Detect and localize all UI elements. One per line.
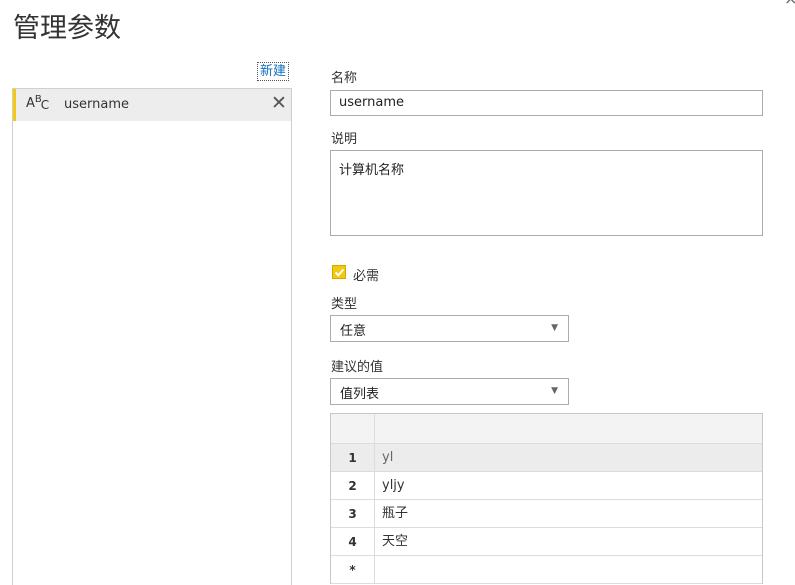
close-icon[interactable]: × <box>784 0 795 7</box>
name-label: 名称 <box>331 71 358 86</box>
parameter-name-label: username <box>64 97 129 112</box>
suggested-values-select[interactable]: 值列表 ▼ <box>330 378 569 405</box>
value-cell[interactable]: 天空 <box>382 528 408 556</box>
parameter-list: ABC username ✕ <box>12 88 292 585</box>
dialog-title: 管理参数 <box>13 13 121 44</box>
new-parameter-link[interactable]: 新建 <box>257 62 290 81</box>
description-textarea[interactable]: 计算机名称 <box>330 150 763 236</box>
value-cell[interactable]: yljy <box>382 472 405 500</box>
chevron-down-icon: ▼ <box>551 386 558 396</box>
table-row[interactable]: 4 天空 <box>331 528 762 556</box>
required-checkbox[interactable] <box>332 265 346 279</box>
table-row[interactable]: 3 瓶子 <box>331 500 762 528</box>
suggested-values-select-value: 值列表 <box>340 387 380 402</box>
row-number: * <box>331 556 375 583</box>
type-select[interactable]: 任意 ▼ <box>330 315 569 342</box>
description-label: 说明 <box>331 132 358 147</box>
type-label: 类型 <box>331 297 358 312</box>
table-row[interactable]: 1 yl <box>331 444 762 472</box>
checkmark-icon <box>334 268 345 277</box>
name-input[interactable]: username <box>330 90 763 116</box>
abc-text-type-icon: ABC <box>26 94 50 112</box>
row-number: 3 <box>331 500 375 527</box>
new-row[interactable]: * <box>331 556 762 584</box>
table-row[interactable]: 2 yljy <box>331 472 762 500</box>
parameter-list-item[interactable]: ABC username ✕ <box>13 89 291 121</box>
row-number: 2 <box>331 472 375 499</box>
chevron-down-icon: ▼ <box>551 323 558 333</box>
grid-corner-cell <box>331 414 375 443</box>
row-number: 4 <box>331 528 375 555</box>
type-select-value: 任意 <box>340 324 367 339</box>
required-label: 必需 <box>353 269 380 284</box>
grid-header-row <box>331 414 762 444</box>
value-cell[interactable]: yl <box>382 444 393 472</box>
value-cell[interactable]: 瓶子 <box>382 500 408 528</box>
row-number: 1 <box>331 444 375 471</box>
delete-parameter-icon[interactable]: ✕ <box>271 92 287 114</box>
suggested-values-label: 建议的值 <box>331 360 384 375</box>
values-grid: 1 yl 2 yljy 3 瓶子 4 天空 * <box>330 413 763 584</box>
